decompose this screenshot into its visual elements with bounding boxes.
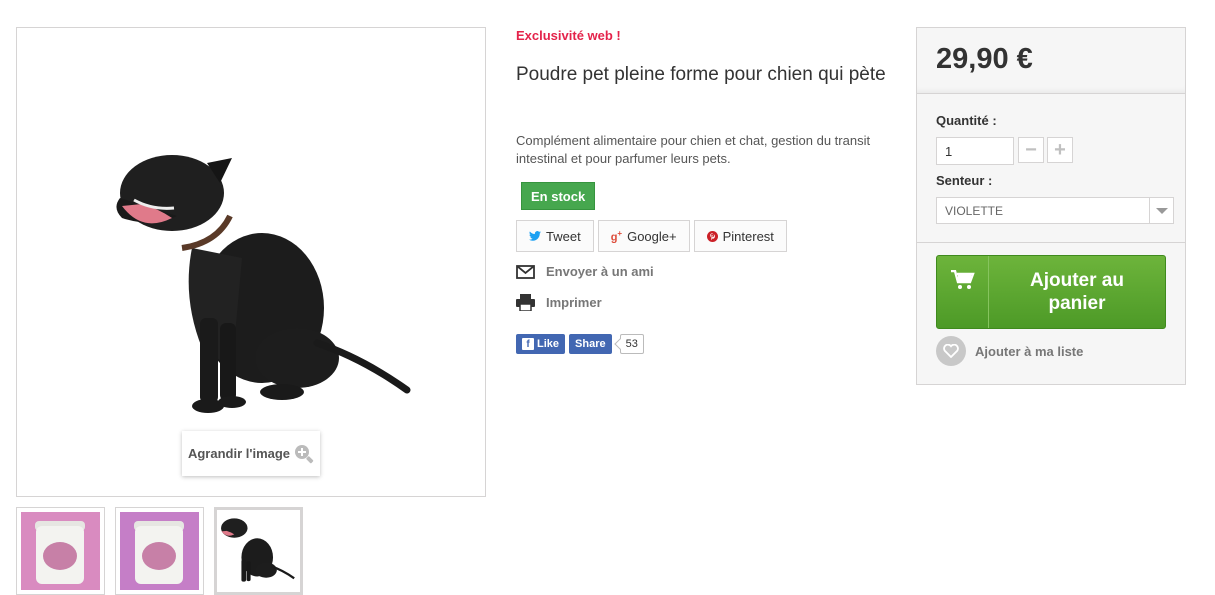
facebook-share-label: Share (575, 338, 606, 350)
quantity-increase-button[interactable]: + (1047, 137, 1073, 163)
scent-select[interactable]: VIOLETTE (936, 197, 1174, 224)
main-product-image[interactable]: Agrandir l'image (16, 27, 486, 497)
facebook-like-label: Like (537, 338, 560, 350)
facebook-widget: f Like Share 53 (516, 334, 644, 354)
dog-photo (116, 155, 411, 413)
price-area: 29,90 € (917, 28, 1185, 94)
dog-photo (221, 518, 295, 582)
thumbnail-1[interactable] (16, 507, 105, 595)
pinterest-button[interactable]: Pinterest (693, 220, 787, 252)
minus-icon: − (1025, 138, 1037, 161)
add-to-wishlist-link[interactable]: Ajouter à ma liste (936, 336, 1083, 366)
thumbnail-list (16, 507, 303, 595)
quantity-label: Quantité : (936, 113, 997, 128)
dropdown-arrow-icon (1149, 198, 1173, 223)
quantity-decrease-button[interactable]: − (1018, 137, 1044, 163)
heart-icon (936, 336, 966, 366)
add-to-wishlist-label: Ajouter à ma liste (975, 343, 1084, 359)
zoom-in-icon (295, 444, 314, 463)
tweet-button[interactable]: Tweet (516, 220, 594, 252)
add-to-cart-label: Ajouter au panier (1030, 270, 1124, 314)
cart-area: Ajouter au panier Ajouter à ma liste (917, 243, 1185, 384)
pinterest-label: Pinterest (722, 228, 774, 244)
facebook-like-button[interactable]: f Like (516, 334, 566, 354)
product-description: Complément alimentaire pour chien et cha… (516, 133, 871, 166)
zoom-image-button[interactable]: Agrandir l'image (182, 431, 320, 476)
send-to-friend-link[interactable]: Envoyer à un ami (516, 264, 654, 279)
scent-label: Senteur : (936, 173, 993, 188)
print-link[interactable]: Imprimer (516, 294, 602, 311)
social-share-buttons: Tweet g+ Google+ Pinterest (516, 220, 787, 252)
add-to-cart-button[interactable]: Ajouter au panier (936, 255, 1166, 329)
print-label: Imprimer (546, 295, 602, 310)
product-price: 29,90 € (936, 43, 1033, 75)
facebook-share-count: 53 (619, 334, 644, 354)
stock-badge: En stock (521, 182, 596, 210)
envelope-icon (516, 264, 535, 279)
twitter-icon (529, 231, 541, 241)
scent-selected-value: VIOLETTE (945, 203, 1004, 218)
tweet-label: Tweet (546, 228, 581, 244)
facebook-share-button[interactable]: Share (569, 334, 612, 354)
cart-icon (950, 270, 975, 289)
facebook-icon: f (522, 338, 534, 350)
thumbnail-3[interactable] (214, 507, 303, 595)
jar-product-photo (21, 512, 100, 590)
product-options: Quantité : − + Senteur : VIOLETTE (917, 94, 1185, 243)
send-to-friend-label: Envoyer à un ami (546, 264, 654, 279)
printer-icon (516, 294, 535, 311)
zoom-label: Agrandir l'image (187, 446, 291, 461)
plus-icon: + (1054, 138, 1066, 161)
web-exclusive-badge: Exclusivité web ! (516, 28, 621, 43)
google-plus-button[interactable]: g+ Google+ (597, 220, 690, 252)
jar-product-photo (120, 512, 199, 590)
quantity-input[interactable] (936, 137, 1014, 165)
pinterest-icon (706, 230, 718, 242)
buy-box: 29,90 € Quantité : − + Senteur : VIOLETT… (916, 27, 1186, 385)
thumbnail-2[interactable] (115, 507, 204, 595)
product-title: Poudre pet pleine forme pour chien qui p… (516, 64, 886, 85)
google-plus-icon: g+ (610, 228, 623, 244)
google-plus-label: Google+ (627, 228, 677, 244)
